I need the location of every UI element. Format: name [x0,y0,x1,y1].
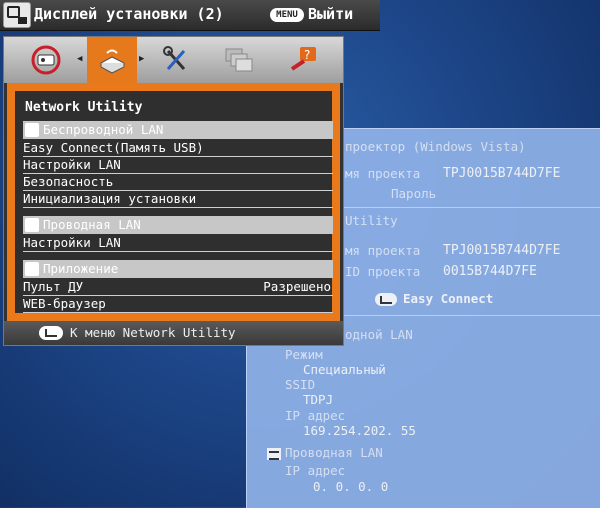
display-settings-icon [31,45,61,75]
ip-label-1: IP адрес [285,408,346,423]
wired-lan-icon [267,447,281,460]
menu-footer[interactable]: К меню Network Utility [4,321,343,345]
multi-screen-icon [225,48,253,72]
remote-value: Разрешено [263,279,331,294]
mode-value: Специальный [303,362,386,377]
ssid-label-2: SSID [285,377,316,392]
mode-label: Режим [285,347,323,362]
network-menu-list: Network Utility Беспроводной LAN Easy Co… [15,91,333,313]
wired-lan-label: Проводная LAN [267,445,383,460]
menu-item-web-browser[interactable]: WEB-браузер [23,296,333,313]
ssid-value-1: 0015B744D7FE [443,264,537,279]
password-label: Пароль [391,186,437,201]
menu-item-security[interactable]: Безопасность [23,174,333,191]
utility-label: Utility [345,213,398,228]
menu-item-remote[interactable]: Пульт ДУ Разрешено [23,279,333,296]
menu-item-wired-lan-settings[interactable]: Настройки LAN [23,235,333,252]
wired-lan-header-icon [25,218,39,232]
title-bar: Дисплей установки (2) MENU Выйти [0,0,380,31]
easy-connect-button[interactable]: Easy Connect [375,291,493,306]
ip-value-2: 0. 0. 0. 0 [313,479,389,494]
tab-left-arrow-icon[interactable]: ◀ [77,54,82,64]
network-projector-icon [99,49,126,74]
footer-label: К меню Network Utility [70,325,236,340]
ssid-label-1: ID проекта [345,264,421,279]
exit-label: Выйти [308,5,354,23]
info-warning-icon: ? [290,47,316,71]
menu-item-wireless-lan-settings[interactable]: Настройки LAN [23,157,333,174]
window-title: Дисплей установки (2) [34,5,224,23]
section-title: Network Utility [25,100,143,115]
wireless-lan-label: одной LAN [345,327,413,342]
menu-tab-bar: ◀ ▶ ? [4,37,343,83]
enter-key-icon [39,326,63,340]
group-header-wireless: Беспроводной LAN [23,121,333,139]
menu-item-initialize[interactable]: Инициализация установки [23,191,333,208]
ssid-value-2: TDPJ [303,392,334,407]
tools-settings-icon [163,46,186,70]
svg-text:?: ? [304,48,310,62]
projector-name-label-1: мя проекта [345,166,421,181]
projector-name-value-2: TPJ0015B744D7FE [443,243,561,258]
ip-label-2: IP адрес [285,463,346,478]
tab-network[interactable] [87,37,137,83]
wireless-lan-icon [25,123,39,137]
group-header-wired: Проводная LAN [23,216,333,234]
enter-key-icon [375,293,397,306]
menu-key-icon[interactable]: MENU [270,8,304,22]
projector-mode-line: проектор (Windows Vista) [345,139,526,154]
tab-tools[interactable] [154,41,198,79]
setup-menu-window: ◀ ▶ ? Network Utility Беспроводной LAN E… [3,36,344,346]
projector-name-label-2: мя проекта [345,243,421,258]
application-icon [25,262,39,276]
group-header-application: Приложение [23,260,333,278]
network-menu-panel: Network Utility Беспроводной LAN Easy Co… [7,83,340,321]
projector-name-value-1: TPJ0015B744D7FE [443,166,561,181]
tab-right-arrow-icon[interactable]: ▶ [139,54,144,64]
ip-value-1: 169.254.202. 55 [303,423,416,438]
tab-windows[interactable] [216,41,260,79]
tab-display[interactable] [24,41,68,79]
menu-item-easy-connect[interactable]: Easy Connect(Память USB) [23,140,333,157]
tab-info[interactable]: ? [282,41,326,79]
setup-display-icon [3,2,31,28]
